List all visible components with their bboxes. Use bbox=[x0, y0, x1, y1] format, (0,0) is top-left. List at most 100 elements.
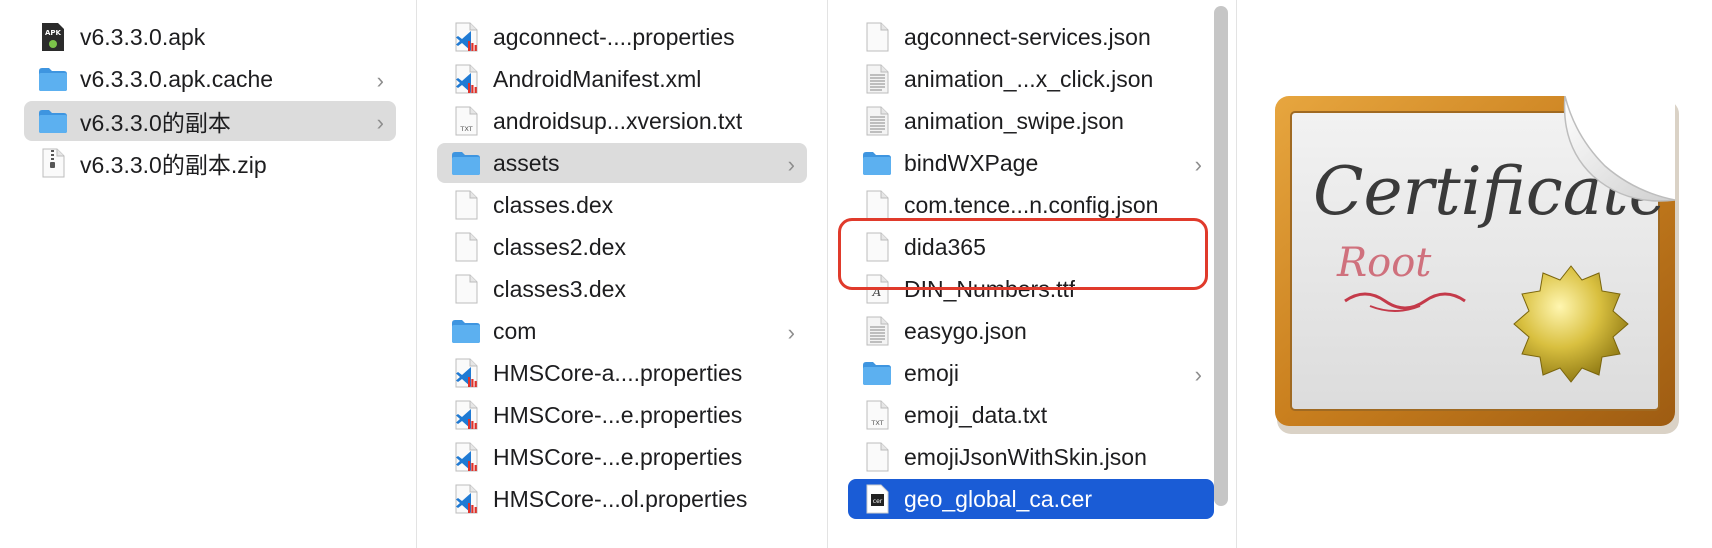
svg-text:APK: APK bbox=[45, 29, 62, 37]
item-label: classes3.dex bbox=[493, 275, 626, 302]
item-label: classes.dex bbox=[493, 191, 614, 218]
item-label: AndroidManifest.xml bbox=[493, 65, 702, 92]
item-label: HMSCore-a....properties bbox=[493, 359, 743, 386]
text-file-icon bbox=[862, 105, 892, 137]
column-1: APK v6.3.3.0.apk v6.3.3.0.apk.cache › v6.3.3… bbox=[0, 0, 416, 548]
file-item[interactable]: TXT androidsup...xversion.txt bbox=[437, 101, 807, 141]
folder-item[interactable]: assets › bbox=[437, 143, 807, 183]
vertical-scrollbar[interactable] bbox=[1214, 6, 1228, 506]
folder-icon bbox=[451, 147, 481, 179]
item-label: animation_swipe.json bbox=[904, 107, 1124, 134]
file-item[interactable]: easygo.json bbox=[848, 311, 1214, 351]
file-item[interactable]: animation_...x_click.json bbox=[848, 59, 1214, 99]
file-item[interactable]: AndroidManifest.xml bbox=[437, 59, 807, 99]
folder-icon bbox=[38, 105, 68, 137]
chevron-right-icon: › bbox=[376, 68, 384, 93]
blank-file-icon bbox=[862, 441, 892, 473]
file-item[interactable]: APK v6.3.3.0.apk bbox=[24, 17, 396, 57]
item-label: agconnect-services.json bbox=[904, 23, 1151, 50]
blank-file-icon bbox=[862, 21, 892, 53]
file-list-col1: APK v6.3.3.0.apk v6.3.3.0.apk.cache › v6.3.3… bbox=[0, 15, 416, 185]
folder-item[interactable]: bindWXPage › bbox=[848, 143, 1214, 183]
column-2: agconnect-....properties AndroidManifest.… bbox=[417, 0, 827, 548]
file-item[interactable]: com.tence...n.config.json bbox=[848, 185, 1214, 225]
item-label: com.tence...n.config.json bbox=[904, 191, 1159, 218]
folder-icon bbox=[862, 357, 892, 389]
vscode-file-icon bbox=[451, 483, 481, 515]
item-label: emoji bbox=[904, 359, 959, 386]
file-item[interactable]: classes.dex bbox=[437, 185, 807, 225]
chevron-right-icon: › bbox=[1194, 362, 1202, 387]
apk-icon: APK bbox=[38, 21, 68, 53]
text-file-icon bbox=[862, 315, 892, 347]
item-label: DIN_Numbers.ttf bbox=[904, 275, 1076, 302]
item-label: animation_...x_click.json bbox=[904, 65, 1154, 92]
item-label: bindWXPage bbox=[904, 149, 1039, 176]
folder-item[interactable]: v6.3.3.0.apk.cache › bbox=[24, 59, 396, 99]
column-3: agconnect-services.json animation_...x_cl… bbox=[828, 0, 1236, 548]
item-label: assets bbox=[493, 149, 560, 176]
svg-text:TXT: TXT bbox=[870, 419, 883, 427]
vscode-file-icon bbox=[451, 63, 481, 95]
item-label: HMSCore-...e.properties bbox=[493, 443, 743, 470]
text-file-icon bbox=[862, 63, 892, 95]
item-label: emojiJsonWithSkin.json bbox=[904, 443, 1147, 470]
vscode-file-icon bbox=[451, 399, 481, 431]
item-label: agconnect-....properties bbox=[493, 23, 735, 50]
font-file-icon: A bbox=[862, 273, 892, 305]
blank-file-icon bbox=[862, 231, 892, 263]
item-label: HMSCore-...e.properties bbox=[493, 401, 743, 428]
file-item[interactable]: A DIN_Numbers.ttf bbox=[848, 269, 1214, 309]
file-item[interactable]: HMSCore-...e.properties bbox=[437, 395, 807, 435]
chevron-right-icon: › bbox=[376, 110, 384, 135]
item-label: v6.3.3.0的副本.zip bbox=[80, 152, 267, 178]
item-label: easygo.json bbox=[904, 317, 1027, 344]
folder-item[interactable]: com › bbox=[437, 311, 807, 351]
chevron-right-icon: › bbox=[787, 152, 795, 177]
folder-icon bbox=[451, 315, 481, 347]
cert-file-icon: cer bbox=[862, 483, 892, 515]
chevron-right-icon: › bbox=[787, 320, 795, 345]
item-label: emoji_data.txt bbox=[904, 401, 1048, 428]
file-list-col3: agconnect-services.json animation_...x_cl… bbox=[828, 15, 1236, 521]
file-item[interactable]: HMSCore-...e.properties bbox=[437, 437, 807, 477]
folder-icon bbox=[862, 147, 892, 179]
svg-text:A: A bbox=[872, 285, 882, 299]
folder-item[interactable]: emoji › bbox=[848, 353, 1214, 393]
item-label: v6.3.3.0的副本 bbox=[80, 110, 231, 136]
folder-item[interactable]: v6.3.3.0的副本 › bbox=[24, 101, 396, 141]
svg-text:TXT: TXT bbox=[459, 125, 472, 133]
file-item[interactable]: classes2.dex bbox=[437, 227, 807, 267]
file-item[interactable]: TXT emoji_data.txt bbox=[848, 395, 1214, 435]
item-label: HMSCore-...ol.properties bbox=[493, 485, 748, 512]
item-label: dida365 bbox=[904, 233, 986, 260]
file-list-col2: agconnect-....properties AndroidManifest.… bbox=[417, 15, 827, 521]
file-item[interactable]: v6.3.3.0的副本.zip bbox=[24, 143, 396, 183]
folder-icon bbox=[38, 63, 68, 95]
zip-icon bbox=[38, 147, 68, 179]
vscode-file-icon bbox=[451, 21, 481, 53]
file-item[interactable]: HMSCore-a....properties bbox=[437, 353, 807, 393]
item-label: classes2.dex bbox=[493, 233, 626, 260]
file-item[interactable]: HMSCore-...ol.properties bbox=[437, 479, 807, 519]
file-item[interactable]: agconnect-....properties bbox=[437, 17, 807, 57]
file-item[interactable]: agconnect-services.json bbox=[848, 17, 1214, 57]
item-label: com bbox=[493, 317, 537, 344]
vscode-file-icon bbox=[451, 357, 481, 389]
svg-text:cer: cer bbox=[873, 498, 883, 505]
item-label: v6.3.3.0.apk bbox=[80, 23, 206, 50]
file-item[interactable]: dida365 bbox=[848, 227, 1214, 267]
file-item[interactable]: classes3.dex bbox=[437, 269, 807, 309]
preview-pane: Certificate Root bbox=[1237, 0, 1712, 548]
txt-file-icon: TXT bbox=[451, 105, 481, 137]
file-item[interactable]: animation_swipe.json bbox=[848, 101, 1214, 141]
chevron-right-icon: › bbox=[1194, 152, 1202, 177]
certificate-root-text: Root bbox=[1336, 240, 1432, 286]
txt-file-icon: TXT bbox=[862, 399, 892, 431]
item-label: v6.3.3.0.apk.cache bbox=[80, 65, 274, 92]
file-item[interactable]: emojiJsonWithSkin.json bbox=[848, 437, 1214, 477]
item-label: androidsup...xversion.txt bbox=[493, 107, 743, 134]
file-item[interactable]: cer geo_global_ca.cer bbox=[848, 479, 1214, 519]
blank-file-icon bbox=[451, 231, 481, 263]
blank-file-icon bbox=[862, 189, 892, 221]
